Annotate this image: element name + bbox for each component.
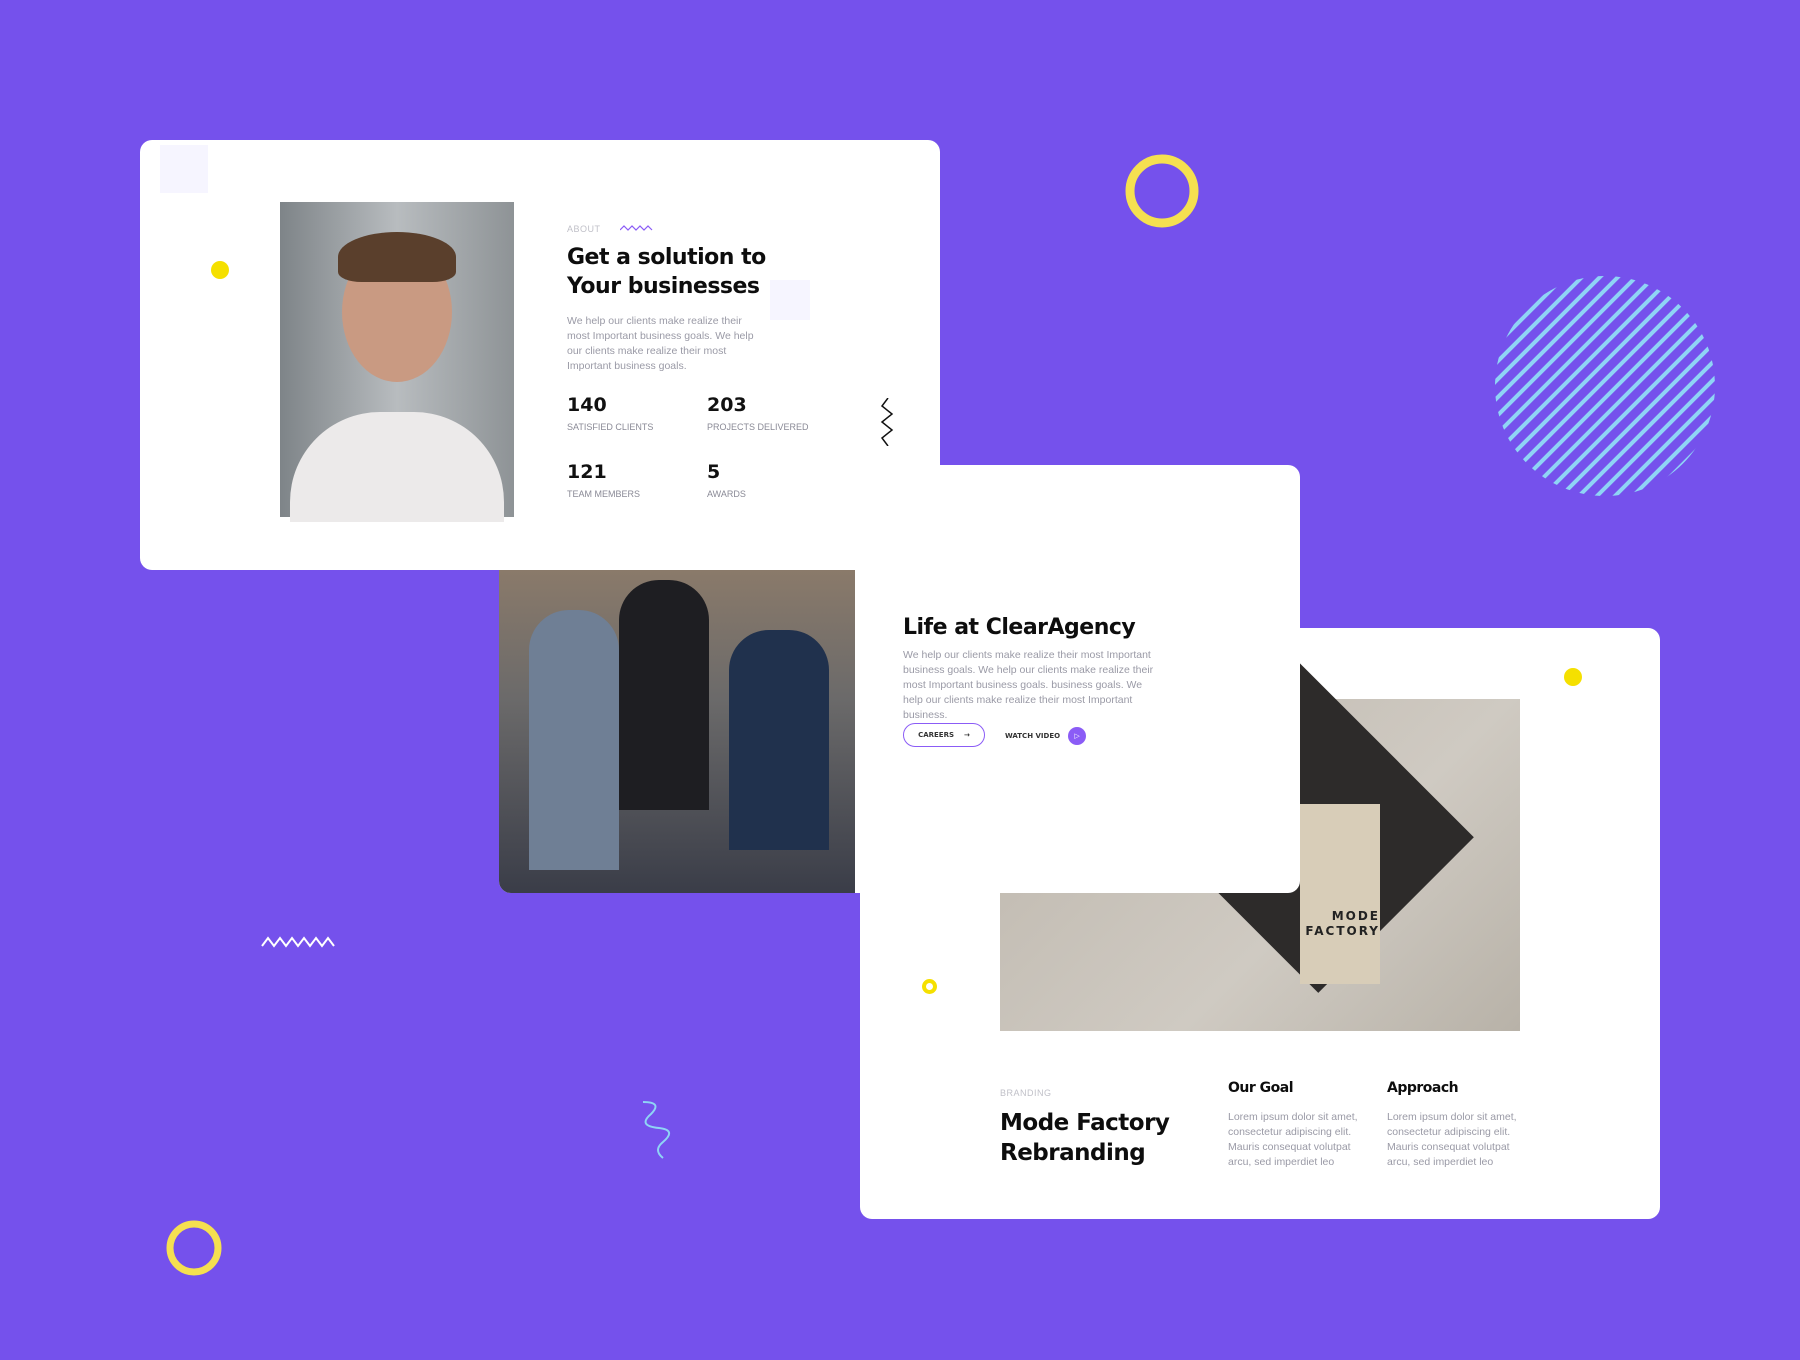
yellow-dot — [211, 261, 229, 279]
watch-video-button[interactable]: WATCH VIDEO ▷ — [1005, 727, 1087, 745]
stripe — [1495, 276, 1715, 496]
stripe — [1495, 276, 1715, 496]
stripe — [1495, 276, 1607, 496]
yellow-ring — [1125, 154, 1199, 228]
zigzag — [261, 936, 335, 948]
about-title: Get a solution to Your businesses — [567, 245, 766, 299]
about-eyebrow: ABOUT — [567, 224, 601, 234]
team-photo — [499, 570, 855, 893]
goal-column: Our Goal Lorem ipsum dolor sit amet, cons… — [1228, 1080, 1358, 1168]
life-text: We help our clients make realize their m… — [903, 649, 1154, 721]
stat: 5 AWARDS — [707, 461, 746, 499]
stripe — [1681, 276, 1715, 496]
stripe — [1495, 276, 1589, 496]
stripe — [1591, 276, 1715, 496]
stripe — [1495, 276, 1643, 496]
yellow-dot — [1564, 668, 1582, 686]
stripe — [1495, 276, 1715, 496]
life-title: Life at ClearAgency — [903, 615, 1136, 640]
stripe — [1495, 276, 1715, 496]
card-brand-text: MODE FACTORY — [1305, 909, 1380, 938]
stat: 121 TEAM MEMBERS — [567, 461, 641, 499]
play-icon: ▷ — [1068, 727, 1087, 745]
stripe — [1495, 276, 1697, 496]
approach-column: Approach Lorem ipsum dolor sit amet, cons… — [1387, 1080, 1517, 1168]
squiggle — [880, 398, 894, 446]
yellow-ring-small — [922, 979, 937, 994]
stat: 203 PROJECTS DELIVERED — [707, 394, 809, 432]
yellow-ring — [166, 1220, 222, 1276]
striped-circle — [1495, 276, 1715, 496]
wave-accent — [620, 225, 653, 231]
stripe — [1495, 276, 1715, 496]
careers-button[interactable]: CAREERS → — [903, 723, 985, 747]
stripe — [1495, 276, 1571, 496]
about-text: We help our clients make realize their m… — [567, 315, 754, 372]
stripe — [1495, 276, 1661, 496]
branding-eyebrow: BRANDING — [1000, 1088, 1052, 1098]
stat: 140 SATISFIED CLIENTS — [567, 394, 654, 432]
about-card: ABOUT Get a solution to Your businesses W… — [140, 140, 940, 570]
stripe — [1495, 276, 1679, 496]
stripe — [1495, 276, 1625, 496]
portrait-photo — [280, 202, 514, 522]
stripe — [1663, 276, 1715, 496]
arrow-right-icon: → — [964, 731, 970, 739]
squiggle — [642, 1101, 670, 1159]
branding-title: Mode Factory Rebranding — [1000, 1110, 1170, 1166]
